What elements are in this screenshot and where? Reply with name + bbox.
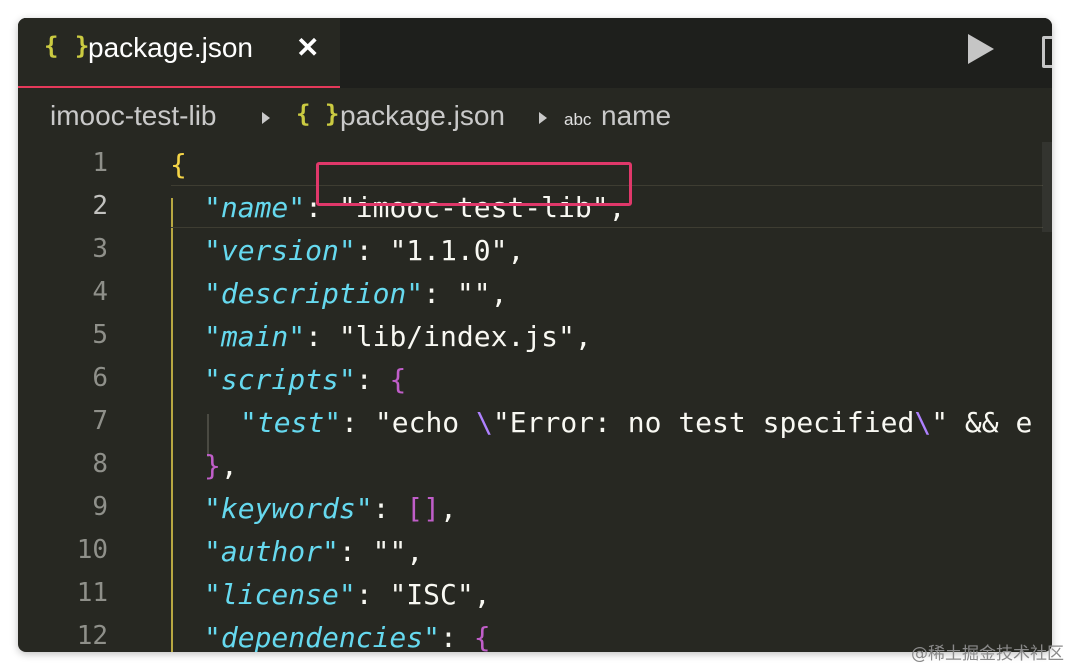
annotation-highlight-box xyxy=(316,162,632,206)
breadcrumb-file[interactable]: package.json xyxy=(340,100,505,132)
line-number: 8 xyxy=(92,449,108,479)
close-icon[interactable]: ✕ xyxy=(296,31,319,64)
code-line: 9 "keywords": [], xyxy=(18,486,1052,529)
code-line: 11 "license": "ISC", xyxy=(18,572,1052,615)
chevron-right-icon xyxy=(262,112,270,124)
tab-label: package.json xyxy=(88,32,254,63)
chevron-right-icon xyxy=(539,112,547,124)
json-braces-icon: { } xyxy=(296,100,340,128)
line-number: 5 xyxy=(92,320,108,350)
code-text: "keywords": [], xyxy=(204,492,457,525)
code-text: { xyxy=(170,148,187,181)
line-number: 10 xyxy=(76,535,108,565)
code-line: 6 "scripts": { xyxy=(18,357,1052,400)
code-line: 4 "description": "", xyxy=(18,271,1052,314)
line-number: 2 xyxy=(92,191,108,221)
line-number: 6 xyxy=(92,363,108,393)
code-line: 12 "dependencies": { xyxy=(18,615,1052,652)
json-braces-icon: { } xyxy=(44,32,91,60)
string-symbol-icon: abc xyxy=(564,110,592,129)
code-text: "license": "ISC", xyxy=(204,578,491,611)
line-number: 3 xyxy=(92,234,108,264)
code-line: 8 }, xyxy=(18,443,1052,486)
code-text: "description": "", xyxy=(204,277,508,310)
tab-bar: { } package.json ✕ xyxy=(18,18,1052,88)
code-text: "author": "", xyxy=(204,535,424,568)
code-line: 10 "author": "", xyxy=(18,529,1052,572)
line-number: 1 xyxy=(92,148,108,178)
line-number: 11 xyxy=(76,578,108,608)
tab-package-json[interactable]: { } package.json ✕ xyxy=(18,18,340,88)
code-text: "test": "echo \"Error: no test specified… xyxy=(240,406,1033,439)
line-number: 4 xyxy=(92,277,108,307)
breadcrumb-symbol[interactable]: name xyxy=(601,100,671,132)
vertical-scrollbar[interactable] xyxy=(1042,142,1052,232)
code-text: }, xyxy=(204,449,238,482)
line-number: 9 xyxy=(92,492,108,522)
watermark: @稀土掘金技术社区 xyxy=(911,644,1064,664)
line-number: 7 xyxy=(92,406,108,436)
code-text: "scripts": { xyxy=(204,363,407,396)
code-text: "dependencies": { xyxy=(204,621,491,652)
line-number: 12 xyxy=(76,621,108,651)
code-editor[interactable]: 1 { 2 "name": "imooc-test-lib", 3 "versi… xyxy=(18,142,1052,652)
code-line: 3 "version": "1.1.0", xyxy=(18,228,1052,271)
run-icon[interactable] xyxy=(968,34,994,64)
split-editor-icon[interactable] xyxy=(1042,36,1052,68)
code-text: "main": "lib/index.js", xyxy=(204,320,592,353)
breadcrumb-folder[interactable]: imooc-test-lib xyxy=(50,100,216,132)
breadcrumb: imooc-test-lib { } package.json abc name xyxy=(18,88,1052,142)
editor-window: { } package.json ✕ imooc-test-lib { } pa… xyxy=(18,18,1052,652)
code-line: 7 "test": "echo \"Error: no test specifi… xyxy=(18,400,1052,443)
code-text: "version": "1.1.0", xyxy=(204,234,525,267)
code-line: 5 "main": "lib/index.js", xyxy=(18,314,1052,357)
